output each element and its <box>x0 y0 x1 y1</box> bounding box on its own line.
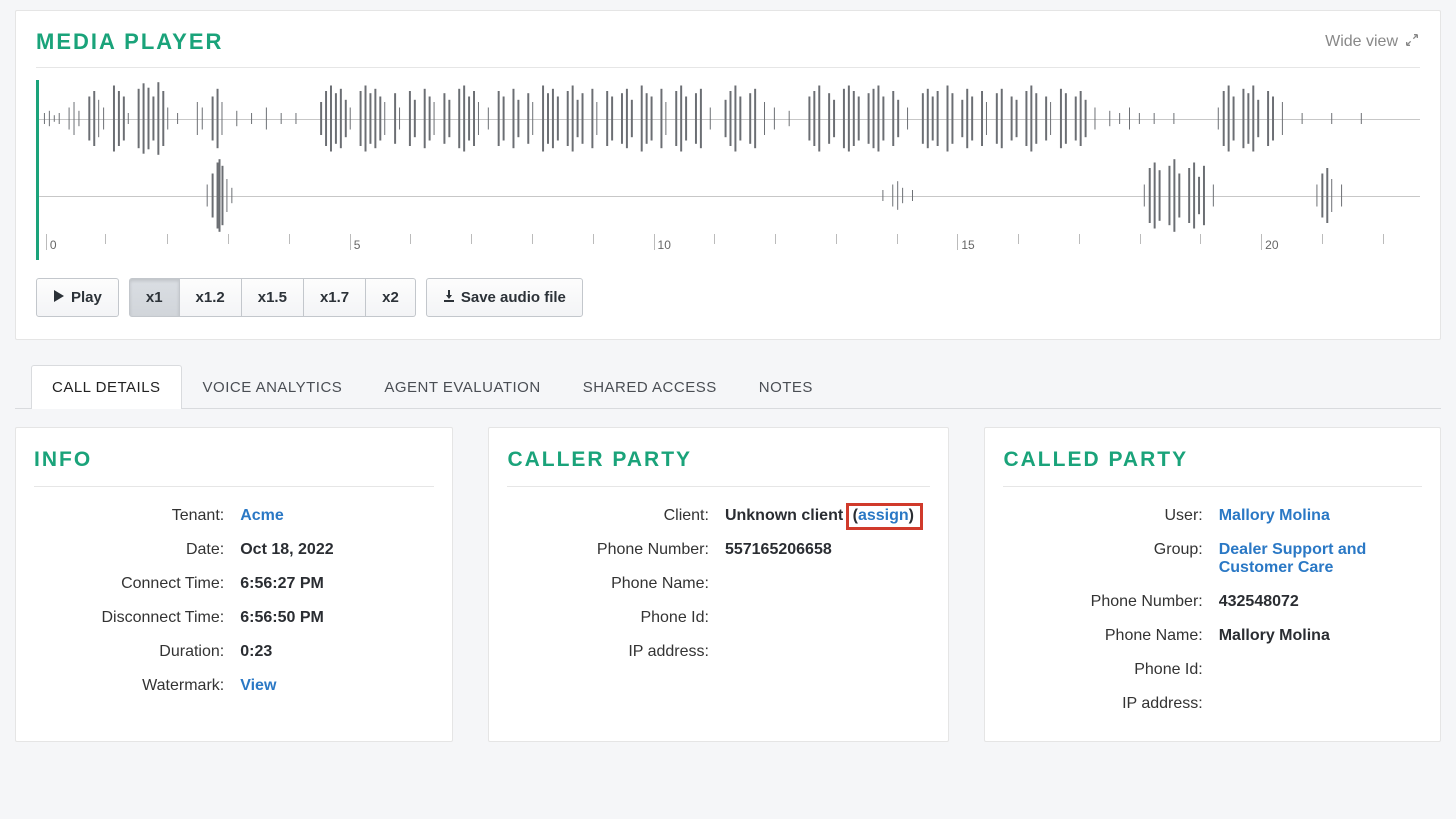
waveform-area[interactable]: 0 5 10 15 20 <box>36 80 1420 260</box>
speed-x17-button[interactable]: x1.7 <box>304 278 366 317</box>
called-phone-name-value: Mallory Molina <box>1219 627 1422 645</box>
caller-phone-id-value <box>725 609 931 627</box>
tab-call-details[interactable]: CALL DETAILS <box>31 365 182 409</box>
media-player-header: MEDIA PLAYER Wide view <box>36 29 1420 68</box>
waveform-bottom <box>39 157 1420 234</box>
waveform-top <box>39 80 1420 157</box>
player-controls: Play x1 x1.2 x1.5 x1.7 x2 Save audio fil… <box>36 278 1420 317</box>
wide-view-toggle[interactable]: Wide view <box>1325 32 1420 53</box>
info-disconnect-label: Disconnect Time: <box>34 609 228 627</box>
caller-phone-id-label: Phone Id: <box>507 609 713 627</box>
caller-phone-name-label: Phone Name: <box>507 575 713 593</box>
caller-phone-number-label: Phone Number: <box>507 541 713 559</box>
called-card: CALLED PARTY User: Mallory Molina Group:… <box>984 427 1441 742</box>
timeline-label-15: 15 <box>961 238 974 252</box>
tab-voice-analytics[interactable]: VOICE ANALYTICS <box>182 365 364 409</box>
play-label: Play <box>71 289 102 306</box>
caller-phone-number-value: 557165206658 <box>725 541 931 559</box>
called-title: CALLED PARTY <box>1003 448 1422 487</box>
play-icon <box>53 289 65 306</box>
called-group-link[interactable]: Dealer Support and Customer Care <box>1219 541 1367 576</box>
info-tenant-label: Tenant: <box>34 507 228 525</box>
called-phone-id-label: Phone Id: <box>1003 661 1206 679</box>
tab-notes[interactable]: NOTES <box>738 365 834 409</box>
caller-ip-label: IP address: <box>507 643 713 661</box>
info-date-value: Oct 18, 2022 <box>240 541 434 559</box>
called-ip-value <box>1219 695 1422 713</box>
waveform-track-bottom <box>39 157 1420 234</box>
timeline-label-5: 5 <box>354 238 361 252</box>
waveform-timeline: 0 5 10 15 20 <box>39 234 1420 260</box>
info-disconnect-value: 6:56:50 PM <box>240 609 434 627</box>
tab-agent-evaluation[interactable]: AGENT EVALUATION <box>363 365 561 409</box>
speed-x2-button[interactable]: x2 <box>366 278 416 317</box>
media-player-panel: MEDIA PLAYER Wide view 0 5 10 <box>15 10 1441 340</box>
play-button[interactable]: Play <box>36 278 119 317</box>
speed-group: x1 x1.2 x1.5 x1.7 x2 <box>129 278 416 317</box>
caller-phone-name-value <box>725 575 931 593</box>
info-title: INFO <box>34 448 434 487</box>
called-user-link[interactable]: Mallory Molina <box>1219 507 1330 524</box>
speed-x15-button[interactable]: x1.5 <box>242 278 304 317</box>
called-phone-id-value <box>1219 661 1422 679</box>
waveform-track-top <box>39 80 1420 157</box>
tab-shared-access[interactable]: SHARED ACCESS <box>562 365 738 409</box>
speed-x1-button[interactable]: x1 <box>129 278 180 317</box>
info-date-label: Date: <box>34 541 228 559</box>
info-duration-value: 0:23 <box>240 643 434 661</box>
info-tenant-link[interactable]: Acme <box>240 507 284 524</box>
called-group-label: Group: <box>1003 541 1206 577</box>
info-connect-label: Connect Time: <box>34 575 228 593</box>
caller-title: CALLER PARTY <box>507 448 930 487</box>
caller-card: CALLER PARTY Client: Unknown client (ass… <box>488 427 949 742</box>
info-duration-label: Duration: <box>34 643 228 661</box>
called-phone-number-value: 432548072 <box>1219 593 1422 611</box>
detail-tabs: CALL DETAILS VOICE ANALYTICS AGENT EVALU… <box>15 364 1441 409</box>
info-watermark-label: Watermark: <box>34 677 228 695</box>
wide-view-label: Wide view <box>1325 33 1398 51</box>
called-phone-number-label: Phone Number: <box>1003 593 1206 611</box>
save-audio-label: Save audio file <box>461 289 566 306</box>
called-ip-label: IP address: <box>1003 695 1206 713</box>
caller-assign-highlight: (assign) <box>846 503 923 530</box>
called-phone-name-label: Phone Name: <box>1003 627 1206 645</box>
caller-ip-value <box>725 643 931 661</box>
download-icon <box>443 289 455 306</box>
timeline-label-20: 20 <box>1265 238 1278 252</box>
details-cards: INFO Tenant: Acme Date: Oct 18, 2022 Con… <box>15 427 1441 742</box>
caller-client-label: Client: <box>507 507 713 525</box>
save-audio-button[interactable]: Save audio file <box>426 278 583 317</box>
info-card: INFO Tenant: Acme Date: Oct 18, 2022 Con… <box>15 427 453 742</box>
timeline-label-0: 0 <box>50 238 57 252</box>
called-user-label: User: <box>1003 507 1206 525</box>
caller-assign-link[interactable]: assign <box>858 507 909 524</box>
timeline-label-10: 10 <box>658 238 671 252</box>
caller-client-value: Unknown client <box>725 507 843 524</box>
info-connect-value: 6:56:27 PM <box>240 575 434 593</box>
info-watermark-link[interactable]: View <box>240 677 276 694</box>
speed-x12-button[interactable]: x1.2 <box>180 278 242 317</box>
media-player-title: MEDIA PLAYER <box>36 29 223 55</box>
expand-icon <box>1404 32 1420 53</box>
